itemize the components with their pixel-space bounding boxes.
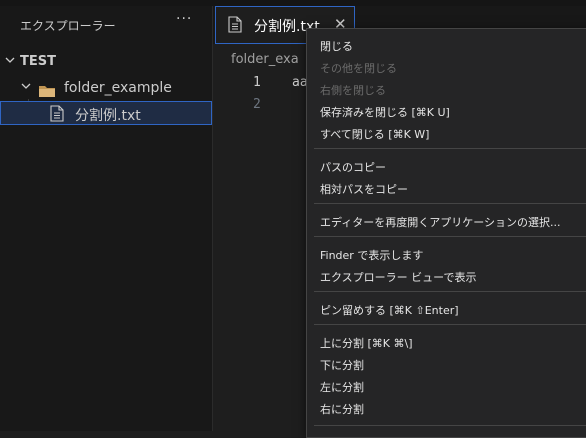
menu-separator — [314, 324, 586, 325]
line-number: 2 — [253, 97, 261, 112]
folder-icon — [38, 83, 56, 102]
menu-item-close-others: その他を閉じる — [320, 62, 397, 75]
menu-separator — [314, 425, 586, 426]
menu-item-split-left[interactable]: 左に分割 — [320, 379, 364, 395]
workspace-label: TEST — [20, 54, 56, 69]
file-icon — [50, 105, 64, 126]
menu-item-close-all[interactable]: すべて閉じる [⌘K W] — [320, 126, 429, 142]
menu-item-reopen-with[interactable]: エディターを再度開くアプリケーションの選択... — [320, 214, 561, 230]
tab-context-menu: 閉じる その他を閉じる 右側を閉じる 保存済みを閉じる [⌘K U] すべて閉じ… — [306, 28, 586, 438]
menu-item-split-down[interactable]: 下に分割 — [320, 357, 364, 373]
menu-separator — [314, 291, 586, 292]
line-number: 1 — [253, 75, 261, 90]
file-label: 分割例.txt — [75, 108, 141, 124]
chevron-down-icon[interactable] — [4, 54, 16, 69]
breadcrumb[interactable]: folder_exa — [231, 52, 299, 67]
menu-item-close[interactable]: 閉じる — [320, 38, 353, 54]
menu-separator — [314, 236, 586, 237]
more-actions-icon[interactable]: ··· — [176, 11, 192, 27]
menu-separator — [314, 203, 586, 204]
menu-item-copy-relative-path[interactable]: 相対パスをコピー — [320, 181, 408, 197]
explorer-sidebar: エクスプローラー ··· TEST folder_example 分割例.txt — [0, 6, 213, 431]
workspace-root[interactable]: TEST — [0, 52, 212, 74]
folder-label: folder_example — [64, 80, 172, 96]
menu-item-reveal-in-explorer[interactable]: エクスプローラー ビューで表示 — [320, 269, 477, 285]
menu-item-pin[interactable]: ピン留めする [⌘K ⇧Enter] — [320, 302, 459, 318]
chevron-down-icon[interactable] — [20, 80, 32, 95]
menu-item-split-up[interactable]: 上に分割 [⌘K ⌘\] — [320, 335, 413, 351]
tree-folder[interactable]: folder_example — [0, 78, 212, 100]
explorer-title: エクスプローラー — [20, 19, 116, 33]
menu-item-split-right[interactable]: 右に分割 — [320, 401, 364, 417]
menu-item-close-saved[interactable]: 保存済みを閉じる [⌘K U] — [320, 104, 450, 120]
tree-file-selected[interactable]: 分割例.txt — [0, 101, 212, 125]
menu-item-close-right: 右側を閉じる — [320, 84, 386, 97]
file-icon — [228, 16, 242, 37]
menu-item-copy-path[interactable]: パスのコピー — [320, 159, 386, 175]
menu-item-reveal-in-finder[interactable]: Finder で表示します — [320, 247, 423, 263]
explorer-header: エクスプローラー ··· — [0, 6, 212, 44]
menu-separator — [314, 148, 586, 149]
